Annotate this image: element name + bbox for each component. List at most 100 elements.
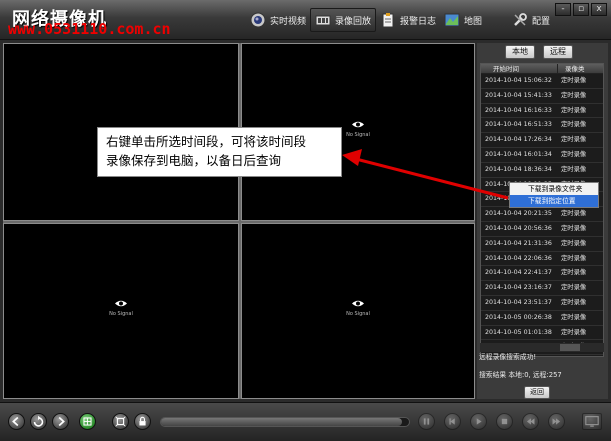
no-signal-label: No Signal — [346, 311, 370, 317]
recording-row[interactable]: 2014-10-04 21:31:36 定时录像 — [481, 237, 603, 252]
recording-row[interactable]: 2014-10-05 00:26:38 定时录像 — [481, 311, 603, 326]
watermark-url: www.0531110.com.cn — [8, 20, 171, 38]
maximize-button[interactable]: ▫ — [573, 3, 589, 16]
nav-label: 报警日志 — [400, 16, 437, 27]
grid-layout-button[interactable] — [79, 413, 96, 430]
pause-icon — [423, 418, 430, 425]
recording-start-time: 2014-10-04 22:06:36 — [485, 254, 552, 262]
nav-live-video[interactable]: 实时视频 — [246, 8, 310, 32]
recording-type: 定时录像 — [561, 106, 587, 114]
recording-panel: 本地 远程 开始时间 录像类 2014-10-04 15:06:32 定时录像 20… — [477, 43, 608, 399]
recording-type: 定时录像 — [561, 224, 587, 232]
video-grid: No Signal No Signal No Signal — [3, 43, 475, 399]
recording-row[interactable]: 2014-10-04 15:06:32 定时录像 — [481, 74, 603, 89]
recording-type: 定时录像 — [561, 254, 587, 262]
map-icon — [444, 13, 460, 27]
tools-icon — [514, 13, 527, 26]
recording-row[interactable]: 2014-10-04 18:36:34 定时录像 — [481, 163, 603, 178]
recording-row[interactable]: 2014-10-04 22:06:36 定时录像 — [481, 252, 603, 267]
fullscreen-icon — [115, 416, 126, 427]
lock-button[interactable] — [134, 413, 151, 430]
nav-playback[interactable]: 录像回放 — [310, 8, 377, 32]
refresh-icon — [33, 415, 44, 427]
monitor-icon — [585, 416, 599, 427]
recording-row[interactable]: 2014-10-04 16:16:33 定时录像 — [481, 104, 603, 119]
remote-button[interactable]: 远程 — [543, 45, 573, 59]
minimize-button[interactable]: - — [555, 3, 571, 16]
refresh-button[interactable] — [30, 413, 47, 430]
recording-start-time: 2014-10-04 16:51:33 — [485, 121, 552, 129]
recording-type: 定时录像 — [561, 298, 587, 306]
recording-type: 定时录像 — [561, 165, 587, 173]
stop-button[interactable] — [496, 413, 513, 430]
no-signal-label: No Signal — [109, 311, 133, 317]
fast-forward-button[interactable] — [548, 413, 565, 430]
nav-label: 实时视频 — [270, 16, 307, 27]
snapshot-button[interactable] — [582, 413, 602, 430]
recording-start-time: 2014-10-04 16:16:33 — [485, 106, 552, 114]
recording-type: 定时录像 — [561, 121, 587, 129]
close-button[interactable]: x — [591, 3, 607, 16]
lock-icon — [139, 416, 146, 426]
column-header-start-time[interactable]: 开始时间 — [481, 64, 558, 73]
recording-start-time: 2014-10-04 23:16:37 — [485, 284, 552, 292]
menu-item-download-to-folder[interactable]: 下载到录像文件夹 — [510, 183, 598, 195]
search-status-text: 远程录像搜索成功! — [479, 353, 537, 361]
playback-progress-bar[interactable] — [160, 417, 410, 427]
recording-row[interactable]: 2014-10-05 01:01:38 定时录像 — [481, 326, 603, 341]
recording-row[interactable]: 2014-10-04 16:51:33 定时录像 — [481, 118, 603, 134]
column-header-type[interactable]: 录像类 — [558, 64, 603, 73]
clipboard-icon — [382, 13, 394, 28]
recording-row[interactable]: 2014-10-04 20:21:35 定时录像 — [481, 207, 603, 222]
recording-start-time: 2014-10-04 16:01:34 — [485, 150, 552, 158]
recording-start-time: 2014-10-04 21:31:36 — [485, 239, 552, 247]
recording-rows: 2014-10-04 15:06:32 定时录像 2014-10-04 15:41:… — [481, 74, 603, 356]
recording-type: 定时录像 — [561, 313, 587, 321]
instruction-callout: 右键单击所选时间段，可将该时间段 录像保存到电脑，以备日后查询 — [97, 127, 342, 177]
nav-label: 配置 — [532, 16, 551, 27]
recording-start-time: 2014-10-04 20:56:36 — [485, 224, 552, 232]
menu-item-download-to-location[interactable]: 下载到指定位置 — [510, 195, 598, 207]
fullscreen-button[interactable] — [112, 413, 129, 430]
fast-forward-icon — [552, 418, 561, 425]
recording-row[interactable]: 2014-10-04 22:41:37 定时录像 — [481, 266, 603, 282]
nav-label: 地图 — [464, 16, 483, 27]
eye-icon — [352, 300, 364, 307]
recording-type: 定时录像 — [561, 239, 587, 247]
recording-row[interactable]: 2014-10-04 23:51:37 定时录像 — [481, 296, 603, 311]
window-controls: - ▫ x — [555, 3, 607, 16]
callout-line-2: 录像保存到电脑，以备日后查询 — [106, 153, 282, 168]
nav-alarm-log[interactable]: 报警日志 — [376, 8, 440, 32]
recording-start-time: 2014-10-04 23:51:37 — [485, 298, 552, 306]
recording-row[interactable]: 2014-10-04 16:01:34 定时录像 — [481, 148, 603, 163]
callout-line-1: 右键单击所选时间段，可将该时间段 — [106, 134, 307, 149]
arrow-right-icon — [58, 416, 65, 427]
progress-fill — [161, 418, 402, 426]
next-button[interactable] — [52, 413, 69, 430]
scrollbar-thumb[interactable] — [560, 344, 580, 351]
play-button[interactable] — [470, 413, 487, 430]
title-bar: 网络摄像机 www.0531110.com.cn 实时视频 录像回放 报警日志 … — [0, 0, 611, 40]
recording-type: 定时录像 — [561, 328, 587, 336]
slow-button[interactable] — [444, 413, 461, 430]
arrow-left-icon — [12, 416, 19, 427]
recording-row[interactable]: 2014-10-04 23:16:37 定时录像 — [481, 281, 603, 296]
nav-config[interactable]: 配置 — [508, 8, 554, 32]
prev-button[interactable] — [8, 413, 25, 430]
recording-start-time: 2014-10-04 17:26:34 — [485, 136, 552, 144]
recording-row[interactable]: 2014-10-04 17:26:34 定时录像 — [481, 133, 603, 148]
recording-row[interactable]: 2014-10-04 15:41:33 定时录像 — [481, 89, 603, 104]
recording-list: 开始时间 录像类 2014-10-04 15:06:32 定时录像 2014-10-… — [480, 63, 604, 357]
pause-button[interactable] — [418, 413, 435, 430]
camera-lens-icon — [250, 12, 266, 28]
recording-type: 定时录像 — [561, 210, 587, 218]
video-cell-4[interactable]: No Signal — [241, 223, 475, 399]
local-button[interactable]: 本地 — [505, 45, 535, 59]
step-back-button[interactable] — [522, 413, 539, 430]
grid-icon — [83, 417, 92, 426]
stop-icon — [501, 418, 508, 425]
back-button[interactable]: 返回 — [524, 386, 550, 399]
nav-map[interactable]: 地图 — [440, 8, 486, 32]
recording-row[interactable]: 2014-10-04 20:56:36 定时录像 — [481, 222, 603, 237]
video-cell-3[interactable]: No Signal — [3, 223, 239, 399]
